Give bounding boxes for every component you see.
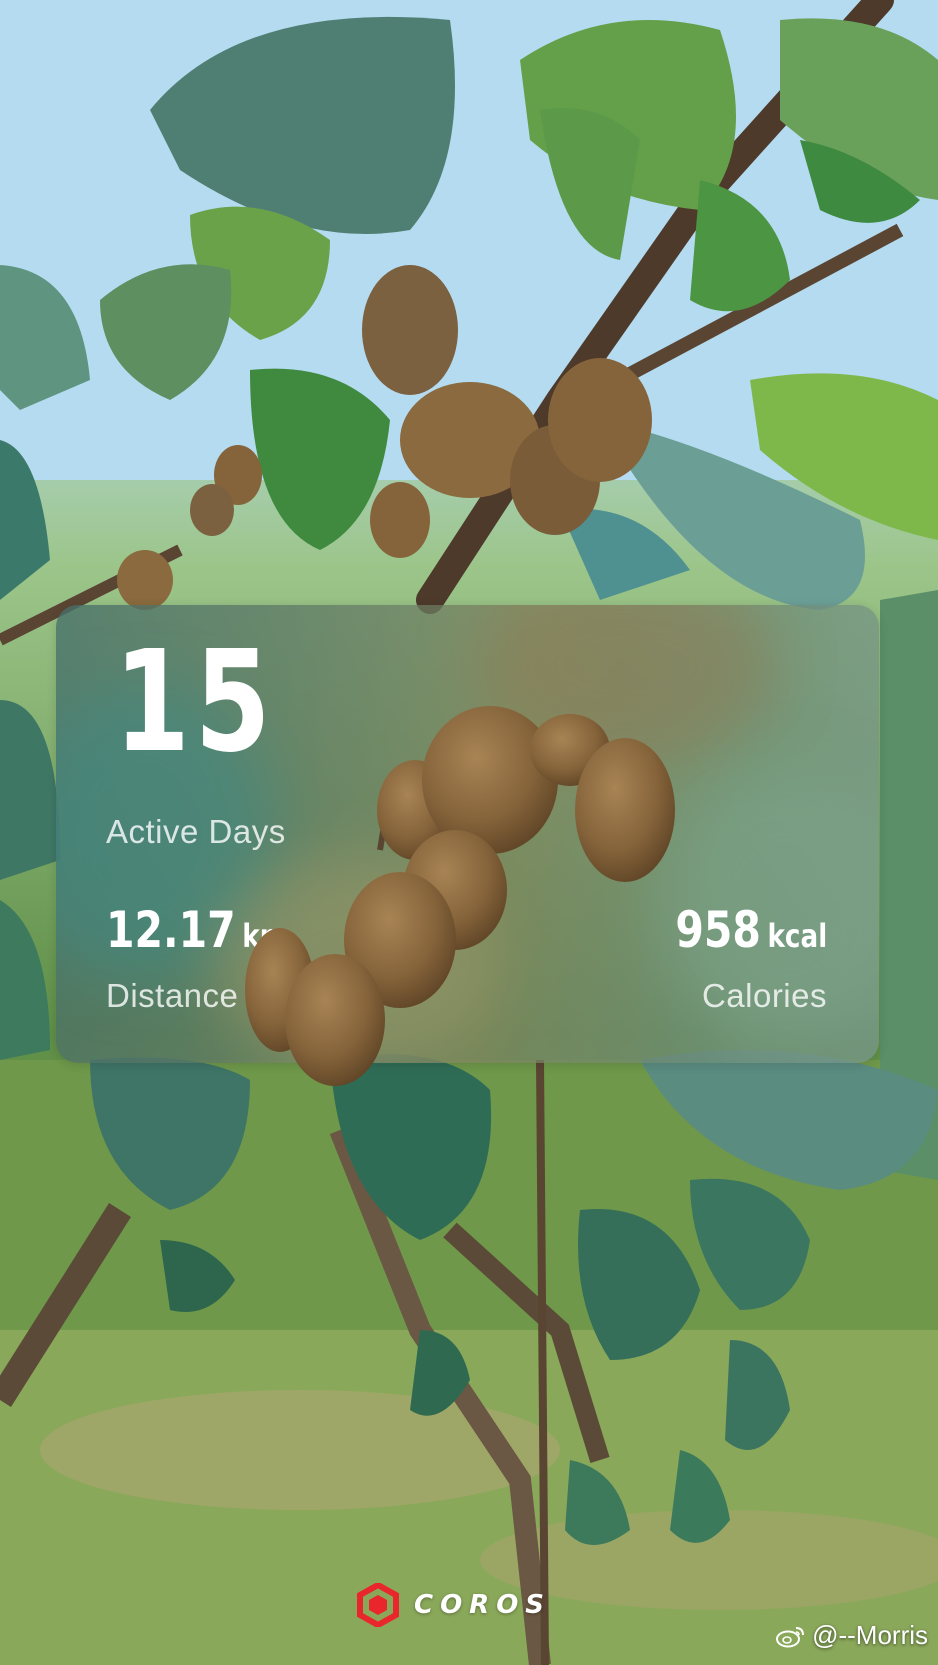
distance-label: Distance	[106, 977, 239, 1014]
weibo-watermark: @--Morris	[776, 1620, 928, 1651]
weibo-icon	[776, 1626, 805, 1647]
calories-label: Calories	[701, 977, 827, 1014]
watermark-text: @--Morris	[812, 1620, 928, 1650]
distance-number: 12.17	[106, 901, 236, 959]
calories-unit: kcal	[767, 917, 827, 955]
brand-name: COROS	[414, 1590, 552, 1620]
brand-logo: COROS	[356, 1583, 551, 1627]
coros-logo-icon	[357, 1583, 399, 1627]
kiwi-cluster-image	[245, 706, 675, 1086]
